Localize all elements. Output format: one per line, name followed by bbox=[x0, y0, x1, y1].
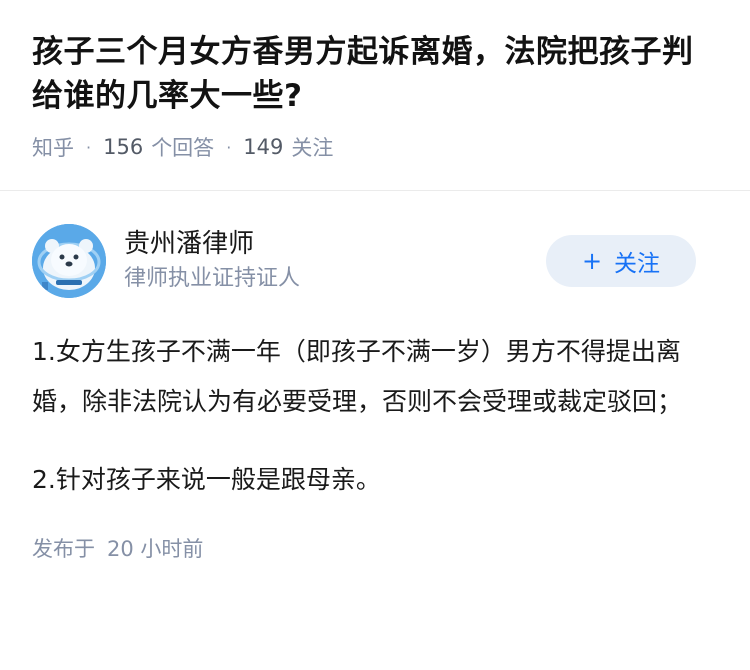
author-row: 贵州潘律师 律师执业证持证人 + 关注 bbox=[32, 223, 718, 299]
follow-button[interactable]: + 关注 bbox=[546, 235, 696, 287]
answer-count-label[interactable]: 个回答 bbox=[151, 132, 214, 162]
separator-dot: · bbox=[226, 137, 232, 157]
separator-dot: · bbox=[86, 137, 92, 157]
avatar[interactable] bbox=[32, 224, 106, 298]
question-meta: 知乎 · 156 个回答 · 149 关注 bbox=[32, 132, 718, 162]
plus-icon: + bbox=[581, 247, 603, 275]
author-info: 贵州潘律师 律师执业证持证人 bbox=[124, 227, 300, 295]
follower-count-label[interactable]: 关注 bbox=[291, 132, 333, 162]
published-time: 20 小时前 bbox=[107, 537, 204, 561]
question-header: 孩子三个月女方香男方起诉离婚，法院把孩子判给谁的几率大一些? 知乎 · 156 … bbox=[0, 0, 750, 162]
answer-count: 156 bbox=[103, 135, 144, 159]
polar-bear-avatar-icon bbox=[32, 224, 106, 298]
published-label: 发布于 bbox=[32, 537, 95, 561]
answer-paragraph: 1.女方生孩子不满一年（即孩子不满一岁）男方不得提出离婚，除非法院认为有必要受理… bbox=[32, 337, 683, 416]
answer-paragraph: 2.针对孩子来说一般是跟母亲。 bbox=[32, 465, 381, 494]
answer-content: 1.女方生孩子不满一年（即孩子不满一岁）男方不得提出离婚，除非法院认为有必要受理… bbox=[32, 327, 718, 505]
site-name[interactable]: 知乎 bbox=[32, 132, 74, 162]
author-name[interactable]: 贵州潘律师 bbox=[124, 227, 300, 261]
follower-count: 149 bbox=[243, 135, 284, 159]
follow-button-label: 关注 bbox=[614, 251, 661, 277]
author-badge: 律师执业证持证人 bbox=[124, 266, 301, 291]
publish-info: 发布于 20 小时前 bbox=[32, 533, 718, 563]
question-title[interactable]: 孩子三个月女方香男方起诉离婚，法院把孩子判给谁的几率大一些? bbox=[32, 30, 718, 118]
answer-card: 贵州潘律师 律师执业证持证人 + 关注 1.女方生孩子不满一年（即孩子不满一岁）… bbox=[0, 191, 750, 563]
